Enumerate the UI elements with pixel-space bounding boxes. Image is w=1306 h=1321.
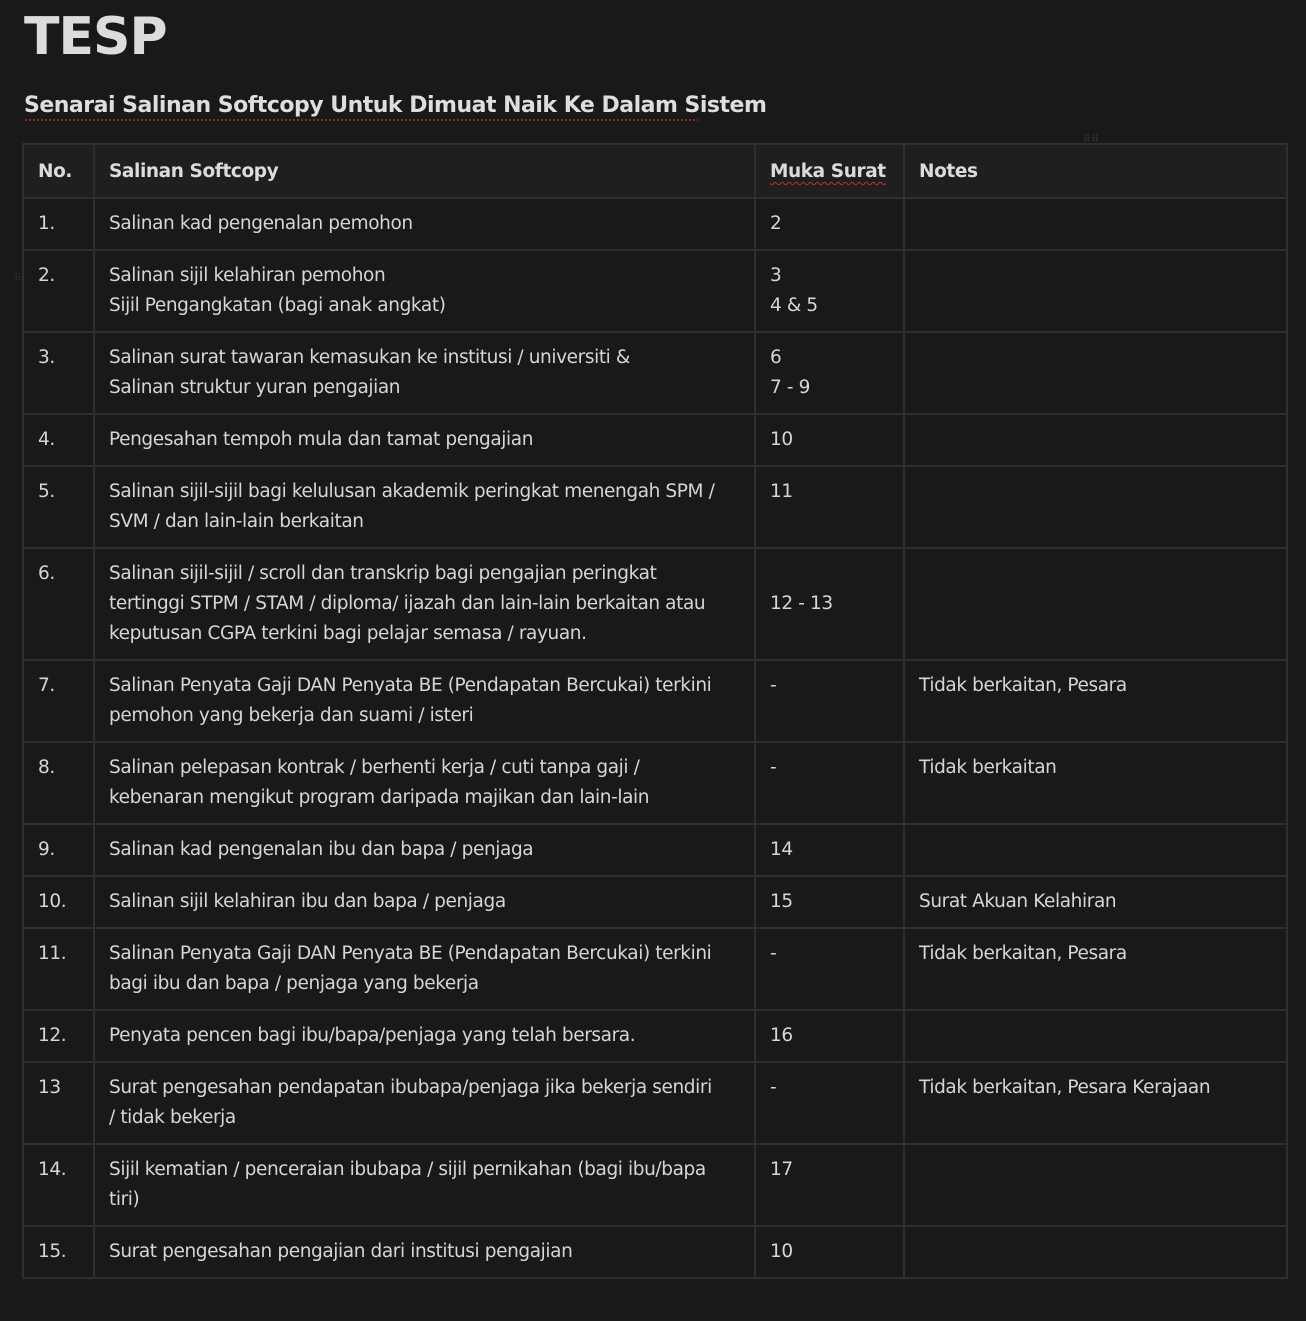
- cell-page[interactable]: 2: [754, 197, 905, 251]
- cell-item[interactable]: Salinan pelepasan kontrak / berhenti ker…: [93, 741, 756, 825]
- cell-no[interactable]: 12.: [22, 1009, 95, 1063]
- page-title: TESP: [24, 7, 168, 67]
- cell-page[interactable]: 11: [754, 465, 905, 549]
- cell-no[interactable]: 13: [22, 1061, 95, 1145]
- cell-item[interactable]: Sijil kematian / penceraian ibubapa / si…: [93, 1143, 756, 1227]
- cell-page[interactable]: 16: [754, 1009, 905, 1063]
- spellcheck-underline: [24, 119, 698, 121]
- cell-page[interactable]: 10: [754, 1225, 905, 1279]
- cell-item[interactable]: Salinan surat tawaran kemasukan ke insti…: [93, 331, 756, 415]
- cell-item[interactable]: Salinan sijil-sijil / scroll dan transkr…: [93, 547, 756, 661]
- table-row: 4. Pengesahan tempoh mula dan tamat penga…: [22, 413, 1288, 467]
- cell-no[interactable]: 6.: [22, 547, 95, 661]
- cell-notes[interactable]: [903, 1225, 1288, 1279]
- cell-item[interactable]: Salinan sijil-sijil bagi kelulusan akade…: [93, 465, 756, 549]
- cell-item[interactable]: Surat pengesahan pendapatan ibubapa/penj…: [93, 1061, 756, 1145]
- cell-item[interactable]: Salinan Penyata Gaji DAN Penyata BE (Pen…: [93, 659, 756, 743]
- cell-notes[interactable]: [903, 197, 1288, 251]
- cell-no[interactable]: 1.: [22, 197, 95, 251]
- table-row: 14. Sijil kematian / penceraian ibubapa /…: [22, 1143, 1288, 1227]
- cell-page[interactable]: -: [754, 741, 905, 825]
- cell-item[interactable]: Salinan Penyata Gaji DAN Penyata BE (Pen…: [93, 927, 756, 1011]
- cell-page[interactable]: 12 - 13: [754, 547, 905, 661]
- table-row: 7. Salinan Penyata Gaji DAN Penyata BE (P…: [22, 659, 1288, 743]
- cell-notes[interactable]: [903, 547, 1288, 661]
- table-row: 8. Salinan pelepasan kontrak / berhenti k…: [22, 741, 1288, 825]
- table-row: 5. Salinan sijil-sijil bagi kelulusan aka…: [22, 465, 1288, 549]
- cell-notes[interactable]: Tidak berkaitan, Pesara: [903, 659, 1288, 743]
- cell-notes[interactable]: Surat Akuan Kelahiran: [903, 875, 1288, 929]
- header-page-label: Muka Surat: [770, 161, 886, 182]
- cell-page[interactable]: 10: [754, 413, 905, 467]
- table-row: 11. Salinan Penyata Gaji DAN Penyata BE (…: [22, 927, 1288, 1011]
- cell-no[interactable]: 8.: [22, 741, 95, 825]
- cell-page[interactable]: 6 7 - 9: [754, 331, 905, 415]
- cell-notes[interactable]: [903, 249, 1288, 333]
- cell-item[interactable]: Pengesahan tempoh mula dan tamat pengaji…: [93, 413, 756, 467]
- table-row: 13 Surat pengesahan pendapatan ibubapa/pe…: [22, 1061, 1288, 1145]
- cell-no[interactable]: 9.: [22, 823, 95, 877]
- cell-item[interactable]: Surat pengesahan pengajian dari institus…: [93, 1225, 756, 1279]
- header-notes[interactable]: Notes: [903, 143, 1288, 199]
- cell-item[interactable]: Salinan sijil kelahiran pemohon Sijil Pe…: [93, 249, 756, 333]
- table-row: 2. Salinan sijil kelahiran pemohon Sijil …: [22, 249, 1288, 333]
- table-row: 3. Salinan surat tawaran kemasukan ke ins…: [22, 331, 1288, 415]
- cell-no[interactable]: 7.: [22, 659, 95, 743]
- cell-notes[interactable]: [903, 1009, 1288, 1063]
- cell-notes[interactable]: [903, 465, 1288, 549]
- section-heading: Senarai Salinan Softcopy Untuk Dimuat Na…: [24, 93, 767, 118]
- cell-notes[interactable]: Tidak berkaitan, Pesara Kerajaan: [903, 1061, 1288, 1145]
- cell-notes[interactable]: [903, 413, 1288, 467]
- cell-no[interactable]: 5.: [22, 465, 95, 549]
- cell-no[interactable]: 11.: [22, 927, 95, 1011]
- cell-page[interactable]: -: [754, 927, 905, 1011]
- cell-page[interactable]: 3 4 & 5: [754, 249, 905, 333]
- table-row: 15. Surat pengesahan pengajian dari insti…: [22, 1225, 1288, 1279]
- cell-no[interactable]: 3.: [22, 331, 95, 415]
- cell-no[interactable]: 15.: [22, 1225, 95, 1279]
- softcopy-table: No. Salinan Softcopy Muka Surat Notes 1.…: [22, 143, 1288, 1279]
- cell-no[interactable]: 10.: [22, 875, 95, 929]
- table-header-row: No. Salinan Softcopy Muka Surat Notes: [22, 143, 1288, 199]
- cell-no[interactable]: 14.: [22, 1143, 95, 1227]
- cell-notes[interactable]: Tidak berkaitan, Pesara: [903, 927, 1288, 1011]
- cell-page[interactable]: 14: [754, 823, 905, 877]
- cell-item[interactable]: Penyata pencen bagi ibu/bapa/penjaga yan…: [93, 1009, 756, 1063]
- header-item[interactable]: Salinan Softcopy: [93, 143, 756, 199]
- table-row: 12. Penyata pencen bagi ibu/bapa/penjaga …: [22, 1009, 1288, 1063]
- header-no[interactable]: No.: [22, 143, 95, 199]
- cell-notes[interactable]: [903, 331, 1288, 415]
- table-row: 9. Salinan kad pengenalan ibu dan bapa / …: [22, 823, 1288, 877]
- header-page[interactable]: Muka Surat: [754, 143, 905, 199]
- cell-notes[interactable]: [903, 1143, 1288, 1227]
- table-row: 1. Salinan kad pengenalan pemohon 2: [22, 197, 1288, 251]
- cell-item[interactable]: Salinan kad pengenalan ibu dan bapa / pe…: [93, 823, 756, 877]
- cell-page[interactable]: -: [754, 659, 905, 743]
- cell-item[interactable]: Salinan kad pengenalan pemohon: [93, 197, 756, 251]
- cell-no[interactable]: 4.: [22, 413, 95, 467]
- cell-page[interactable]: 17: [754, 1143, 905, 1227]
- cell-no[interactable]: 2.: [22, 249, 95, 333]
- table-body: 1. Salinan kad pengenalan pemohon 2 2. Salin…: [22, 197, 1288, 1279]
- cell-item[interactable]: Salinan sijil kelahiran ibu dan bapa / p…: [93, 875, 756, 929]
- cell-notes[interactable]: Tidak berkaitan: [903, 741, 1288, 825]
- cell-page[interactable]: -: [754, 1061, 905, 1145]
- table-row: 6. Salinan sijil-sijil / scroll dan trans…: [22, 547, 1288, 661]
- cell-page[interactable]: 15: [754, 875, 905, 929]
- table-row: 10. Salinan sijil kelahiran ibu dan bapa …: [22, 875, 1288, 929]
- cell-notes[interactable]: [903, 823, 1288, 877]
